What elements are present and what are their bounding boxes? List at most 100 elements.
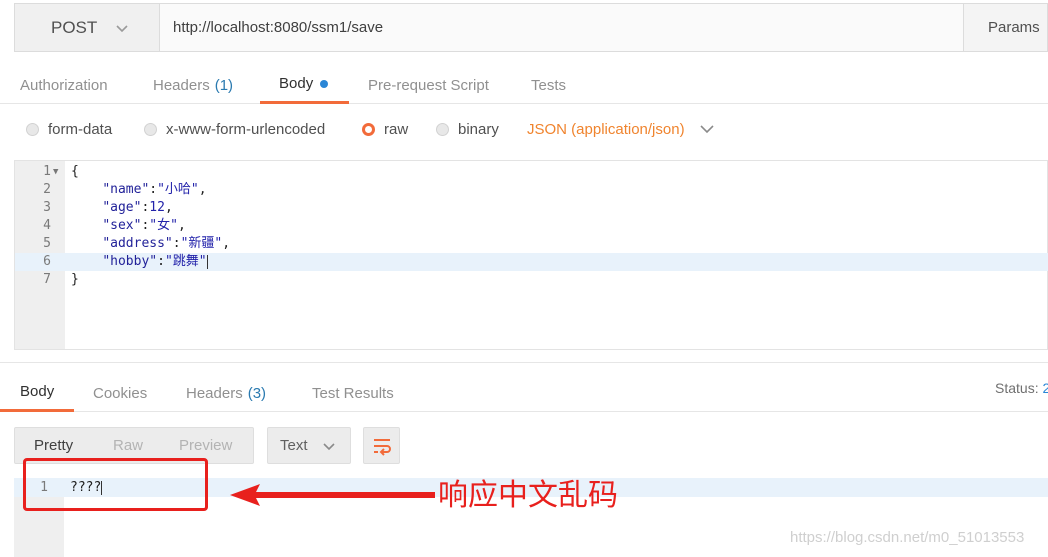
- response-tab-test-results[interactable]: Test Results: [312, 374, 394, 412]
- json-key: "hobby": [102, 254, 158, 269]
- json-key: "age": [102, 200, 142, 215]
- wrap-lines-icon: [373, 438, 391, 456]
- response-format-select[interactable]: Text: [267, 427, 351, 464]
- chevron-down-icon: [116, 24, 128, 32]
- response-format-label: Text: [280, 437, 308, 454]
- response-status: Status: 2: [995, 380, 1048, 396]
- json-value: 12: [149, 200, 165, 215]
- method-label: POST: [51, 17, 98, 37]
- code-line: 7 }: [15, 271, 1048, 289]
- url-text: http://localhost:8080/ssm1/save: [173, 19, 384, 36]
- radio-form-data[interactable]: form-data: [26, 110, 112, 148]
- annotation-highlight-box: [23, 458, 208, 511]
- json-comma: ,: [164, 200, 173, 215]
- radio-urlencoded-label: x-www-form-urlencoded: [166, 120, 326, 138]
- response-tab-cookies-label: Cookies: [93, 384, 148, 402]
- line-number: 1: [43, 164, 51, 179]
- text-cursor: [206, 254, 208, 269]
- radio-unchecked-icon: [144, 122, 157, 136]
- json-comma: ,: [198, 182, 207, 197]
- code-text: "name":"小哈",: [102, 182, 207, 197]
- chevron-down-icon: [700, 125, 714, 134]
- params-button[interactable]: Params: [963, 4, 1047, 51]
- request-tabs: Authorization Headers (1) Body Pre-reques…: [0, 66, 1048, 104]
- code-line: 4 "sex":"女",: [15, 217, 1048, 235]
- tab-tests-label: Tests: [531, 76, 567, 94]
- wrap-lines-button[interactable]: [363, 427, 400, 464]
- code-text: }: [71, 272, 79, 287]
- chevron-down-icon: [322, 442, 335, 450]
- line-number: 5: [43, 236, 51, 251]
- status-value: 2: [1042, 380, 1048, 396]
- code-text: "address":"新疆",: [102, 236, 231, 251]
- tab-body[interactable]: Body: [260, 66, 349, 104]
- json-key: "address": [102, 236, 173, 251]
- response-tab-headers[interactable]: Headers (3): [186, 374, 266, 412]
- json-key: "name": [102, 182, 150, 197]
- radio-unchecked-icon: [436, 122, 449, 136]
- line-number: 7: [43, 272, 51, 287]
- line-number: 3: [43, 200, 51, 215]
- radio-form-data-label: form-data: [48, 120, 113, 138]
- body-indicator-dot-icon: [320, 79, 329, 88]
- pane-divider[interactable]: [0, 362, 1048, 363]
- response-headers-count-badge: (3): [247, 384, 267, 402]
- content-type-select[interactable]: JSON (application/json): [527, 110, 715, 148]
- line-number: 2: [43, 182, 51, 197]
- view-raw-label: Raw: [113, 437, 144, 454]
- json-comma: ,: [222, 236, 231, 251]
- json-value: "跳舞": [164, 254, 207, 269]
- tab-prerequest-label: Pre-request Script: [368, 76, 489, 94]
- code-text: "hobby":"跳舞": [102, 254, 208, 269]
- view-pretty-label: Pretty: [34, 437, 74, 454]
- method-select[interactable]: POST: [15, 4, 160, 51]
- response-tab-headers-label: Headers: [186, 384, 243, 402]
- response-tab-cookies[interactable]: Cookies: [93, 374, 147, 412]
- tab-body-label: Body: [279, 75, 314, 92]
- line-number: 4: [43, 218, 51, 233]
- response-tabs: Body Cookies Headers (3) Test Results: [0, 374, 1048, 412]
- body-type-radios: form-data x-www-form-urlencoded raw bina…: [0, 110, 1048, 148]
- response-tab-body[interactable]: Body: [0, 374, 74, 412]
- json-value: "小哈": [157, 182, 199, 197]
- tab-tests[interactable]: Tests: [531, 66, 566, 104]
- code-line: 1 ▼ {: [15, 163, 1048, 181]
- fold-arrow-icon[interactable]: ▼: [53, 163, 58, 181]
- code-line: 3 "age":12,: [15, 199, 1048, 217]
- code-text: "age":12,: [102, 200, 173, 215]
- view-preview-label: Preview: [179, 437, 233, 454]
- code-text: {: [71, 164, 79, 179]
- annotation-arrow-icon: [230, 484, 435, 506]
- json-value: "新疆": [180, 236, 223, 251]
- radio-binary-label: binary: [458, 120, 499, 138]
- code-text: "sex":"女",: [102, 218, 186, 233]
- radio-raw-label: raw: [384, 120, 409, 138]
- tab-authorization[interactable]: Authorization: [20, 66, 108, 104]
- radio-binary[interactable]: binary: [436, 110, 499, 148]
- json-value: "女": [149, 218, 178, 233]
- radio-unchecked-icon: [26, 122, 39, 136]
- request-bar: POST http://localhost:8080/ssm1/save Par…: [14, 3, 1048, 52]
- json-comma: ,: [177, 218, 186, 233]
- radio-checked-icon: [362, 122, 375, 136]
- tab-headers[interactable]: Headers (1): [153, 66, 233, 104]
- code-line-active: 6 "hobby":"跳舞": [15, 253, 1048, 271]
- code-line: 5 "address":"新疆",: [15, 235, 1048, 253]
- annotation-text: 响应中文乱码: [438, 478, 618, 513]
- code-line: 2 "name":"小哈",: [15, 181, 1048, 199]
- radio-raw[interactable]: raw: [362, 110, 408, 148]
- tab-headers-label: Headers: [153, 76, 210, 94]
- request-body-editor[interactable]: 1 ▼ { 2 "name":"小哈", 3 "age":12, 4 "sex"…: [14, 160, 1048, 350]
- tab-prerequest-script[interactable]: Pre-request Script: [368, 66, 489, 104]
- line-number: 6: [43, 254, 51, 269]
- params-label: Params: [988, 19, 1040, 36]
- url-input[interactable]: http://localhost:8080/ssm1/save: [161, 4, 963, 51]
- watermark: https://blog.csdn.net/m0_51013553: [790, 529, 1025, 546]
- json-key: "sex": [102, 218, 142, 233]
- response-tab-body-label: Body: [20, 383, 55, 400]
- headers-count-badge: (1): [214, 76, 234, 94]
- response-tab-test-results-label: Test Results: [312, 384, 394, 402]
- content-type-label: JSON (application/json): [527, 120, 685, 138]
- status-label: Status:: [995, 380, 1039, 396]
- radio-urlencoded[interactable]: x-www-form-urlencoded: [144, 110, 325, 148]
